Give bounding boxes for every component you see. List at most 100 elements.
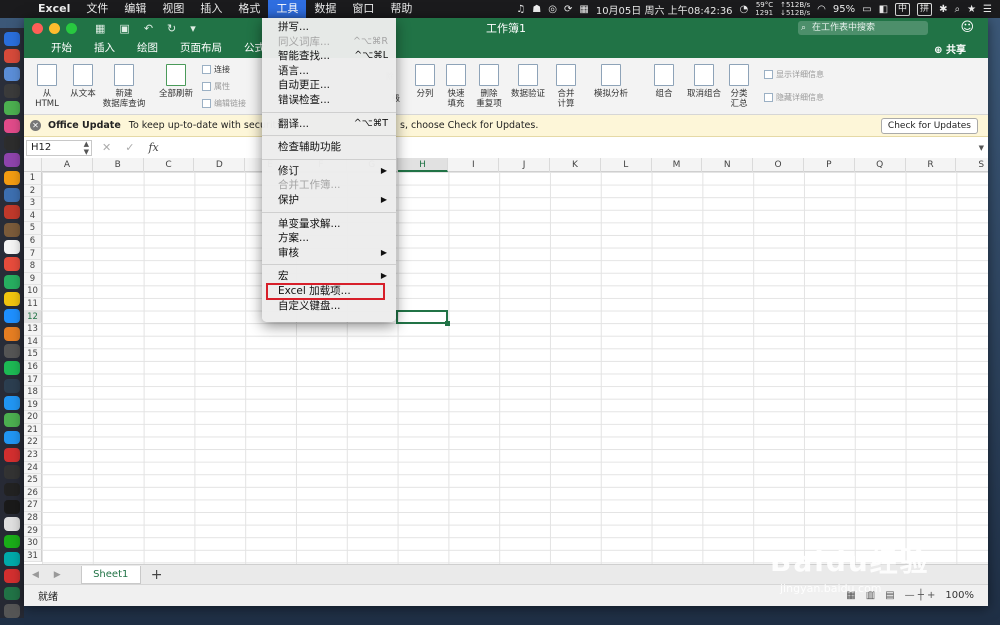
row-header[interactable]: 29: [24, 524, 42, 538]
column-header[interactable]: D: [194, 158, 246, 172]
dock-app-icon[interactable]: [4, 153, 20, 168]
text-to-columns-button[interactable]: 分列: [410, 58, 440, 99]
menu-item[interactable]: 检查辅助功能: [262, 140, 396, 155]
column-header[interactable]: L: [601, 158, 652, 172]
customize-toolbar-icon[interactable]: ▾: [190, 22, 196, 35]
row-header[interactable]: 27: [24, 499, 42, 513]
row-header[interactable]: 25: [24, 474, 42, 487]
minimize-window-button[interactable]: [49, 22, 60, 34]
tab-home[interactable]: 开始: [40, 38, 83, 58]
dock-app-icon[interactable]: [4, 586, 20, 601]
menu-item[interactable]: 宏 ▶: [262, 269, 396, 284]
dock-app-icon[interactable]: [4, 49, 20, 64]
sheet-tab-sheet1[interactable]: Sheet1: [80, 565, 141, 584]
column-header[interactable]: C: [144, 158, 195, 172]
dock-app-icon[interactable]: [4, 517, 20, 532]
flash-fill-button[interactable]: 快速 填充: [440, 58, 472, 109]
menu-item-excel-addins[interactable]: Excel 加载项...: [266, 282, 385, 300]
menu-window[interactable]: 窗口: [344, 0, 382, 18]
dock-app-icon[interactable]: [4, 170, 20, 185]
column-header[interactable]: N: [702, 158, 754, 172]
page-layout-view-icon[interactable]: ▥: [866, 590, 875, 601]
column-header[interactable]: J: [499, 158, 550, 172]
menu-item[interactable]: 自定义键盘...: [262, 299, 396, 314]
save-icon[interactable]: ▣: [119, 22, 129, 35]
row-header[interactable]: 24: [24, 461, 42, 475]
mirror-icon[interactable]: ◧: [879, 4, 888, 15]
browser-icon[interactable]: ◎: [548, 4, 557, 15]
dock-app-icon[interactable]: [4, 32, 20, 46]
menu-item[interactable]: 自动更正...: [262, 78, 396, 93]
dock-app-icon[interactable]: [4, 378, 20, 393]
menu-format[interactable]: 格式: [230, 0, 268, 18]
dock-app-icon[interactable]: [4, 205, 20, 220]
menu-tools[interactable]: 工具: [268, 0, 307, 18]
dock-app-icon[interactable]: [4, 603, 20, 618]
name-box-stepper-icon[interactable]: ▲ ▼: [84, 140, 89, 156]
notification-list-icon[interactable]: ☰: [983, 4, 992, 15]
dock-app-icon[interactable]: [4, 187, 20, 202]
row-header[interactable]: 5: [24, 222, 42, 235]
column-header[interactable]: Q: [855, 158, 906, 172]
column-header[interactable]: H: [397, 158, 449, 172]
row-header[interactable]: 14: [24, 335, 42, 349]
dock-app-icon[interactable]: [4, 343, 20, 358]
dock-app-icon[interactable]: [4, 326, 20, 341]
column-header[interactable]: S: [956, 158, 988, 172]
row-header[interactable]: 31: [24, 549, 42, 563]
column-header[interactable]: B: [93, 158, 144, 172]
menu-insert[interactable]: 插入: [192, 0, 230, 18]
row-header[interactable]: 18: [24, 386, 42, 399]
dock-app-icon[interactable]: [4, 499, 20, 514]
row-header[interactable]: 2: [24, 184, 42, 198]
ungroup-button[interactable]: 取消组合: [684, 58, 724, 99]
dock-app-icon[interactable]: [4, 239, 20, 254]
normal-view-icon[interactable]: ▦: [846, 590, 855, 601]
column-header[interactable]: I: [448, 158, 500, 172]
music-icon[interactable]: ♫: [516, 4, 525, 15]
expand-formula-bar-icon[interactable]: ▼: [979, 144, 984, 152]
calendar-icon[interactable]: ▦: [579, 4, 588, 15]
from-html-button[interactable]: 从 HTML: [28, 58, 66, 109]
row-header[interactable]: 17: [24, 373, 42, 387]
menu-app-name[interactable]: Excel: [30, 0, 78, 18]
zoom-slider[interactable]: — ┼ +: [905, 590, 936, 601]
selected-cell-h12[interactable]: [396, 310, 450, 326]
grid-icon[interactable]: ▦: [95, 22, 105, 35]
tab-insert[interactable]: 插入: [83, 38, 126, 58]
sheet-search-input[interactable]: ⌕ 在工作表中搜索: [798, 21, 928, 35]
insert-function-button[interactable]: fx: [148, 141, 158, 154]
menu-file[interactable]: 文件: [78, 0, 116, 18]
dismiss-update-icon[interactable]: ✕: [30, 120, 41, 131]
dock-app-icon[interactable]: [4, 551, 20, 566]
menu-item[interactable]: 错误检查...: [262, 93, 396, 108]
row-header[interactable]: 15: [24, 348, 42, 361]
refresh-all-button[interactable]: 全部刷新: [156, 58, 196, 99]
column-header[interactable]: O: [753, 158, 804, 172]
star-icon[interactable]: ★: [967, 4, 976, 15]
dock-app-icon[interactable]: [4, 66, 20, 81]
tab-draw[interactable]: 绘图: [126, 38, 169, 58]
row-header[interactable]: 28: [24, 512, 42, 525]
dock-app-icon[interactable]: [4, 101, 20, 116]
row-header[interactable]: 10: [24, 285, 42, 298]
consolidate-button[interactable]: 合并 计算: [550, 58, 582, 109]
dock-app-icon[interactable]: [4, 135, 20, 150]
subtotal-button[interactable]: 分类 汇总: [724, 58, 754, 109]
from-text-button[interactable]: 从文本: [66, 58, 100, 99]
row-header[interactable]: 9: [24, 272, 42, 286]
bluetooth-icon[interactable]: ✱: [939, 4, 947, 15]
dock-app-icon[interactable]: [4, 447, 20, 462]
dock-app-icon[interactable]: [4, 309, 20, 324]
redo-icon[interactable]: ↻: [167, 22, 176, 35]
ime-pinyin[interactable]: 拼: [917, 2, 933, 16]
page-break-view-icon[interactable]: ▤: [885, 590, 894, 601]
menu-item[interactable]: 拼写...: [262, 20, 396, 35]
cell-area[interactable]: [42, 172, 988, 578]
ime-indicator[interactable]: 中: [895, 2, 911, 16]
row-header[interactable]: 30: [24, 537, 42, 550]
dock-app-icon[interactable]: [4, 569, 20, 584]
tab-page-layout[interactable]: 页面布局: [169, 38, 233, 58]
show-detail-button[interactable]: 显示详细信息: [764, 66, 824, 83]
row-header[interactable]: 20: [24, 411, 42, 424]
